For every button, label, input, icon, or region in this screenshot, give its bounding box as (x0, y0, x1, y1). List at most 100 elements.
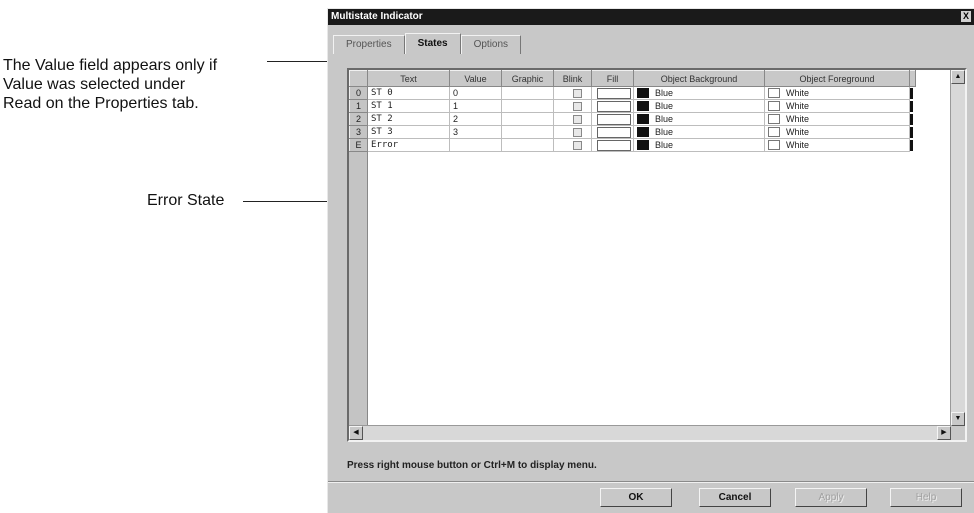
scroll-left-arrow-icon[interactable]: ◀ (349, 426, 363, 440)
background-color-swatch (637, 140, 649, 151)
foreground-color-swatch (768, 88, 780, 99)
fill-swatch[interactable] (597, 139, 631, 151)
object-background-cell[interactable]: Blue (633, 99, 765, 113)
state-graphic-cell[interactable] (501, 125, 554, 139)
state-value-cell[interactable]: 3 (449, 125, 502, 139)
horizontal-scrollbar[interactable]: ◀ ▶ (349, 425, 951, 440)
table-row[interactable]: 1 ST 1 1 Blue White (349, 99, 916, 113)
fill-swatch[interactable] (597, 113, 631, 125)
blink-cell[interactable] (553, 138, 592, 152)
foreground-color-swatch (768, 127, 780, 138)
ok-button[interactable]: OK (600, 488, 672, 507)
fill-swatch[interactable] (597, 126, 631, 138)
states-grid[interactable]: Text Value Graphic Blink Fill Object Bac… (347, 68, 967, 442)
object-background-cell[interactable]: Blue (633, 125, 765, 139)
blink-checkbox[interactable] (573, 89, 582, 99)
object-background-cell[interactable]: Blue (633, 112, 765, 126)
state-text-cell[interactable]: ST 0 (367, 86, 450, 100)
column-header-text[interactable]: Text (367, 70, 450, 87)
object-foreground-cell[interactable]: White (764, 138, 910, 152)
error-state-callout: Error State (147, 192, 225, 209)
state-graphic-cell[interactable] (501, 86, 554, 100)
column-header-value[interactable]: Value (449, 70, 502, 87)
tab-states[interactable]: States (404, 33, 461, 54)
blink-cell[interactable] (553, 125, 592, 139)
row-header-cell[interactable]: 3 (349, 125, 368, 139)
object-foreground-cell[interactable]: White (764, 86, 910, 100)
state-graphic-cell[interactable] (501, 112, 554, 126)
fill-swatch[interactable] (597, 100, 631, 112)
column-header-object-background[interactable]: Object Background (633, 70, 765, 87)
scroll-right-arrow-icon[interactable]: ▶ (937, 426, 951, 440)
state-text-cell[interactable]: ST 3 (367, 125, 450, 139)
overflow-cell (909, 125, 916, 139)
button-separator (328, 481, 974, 483)
row-header-cell[interactable]: E (349, 138, 368, 152)
column-header-graphic[interactable]: Graphic (501, 70, 554, 87)
blink-cell[interactable] (553, 112, 592, 126)
background-color-swatch (637, 127, 649, 138)
value-field-callout: The Value field appears only if Value wa… (3, 57, 218, 112)
blink-checkbox[interactable] (573, 141, 582, 151)
column-header-overflow (909, 70, 916, 87)
background-color-label: Blue (655, 87, 674, 98)
fill-cell[interactable] (591, 99, 634, 113)
blink-checkbox[interactable] (573, 102, 582, 112)
foreground-color-label: White (786, 126, 810, 137)
background-color-label: Blue (655, 113, 674, 124)
table-header-row: Text Value Graphic Blink Fill Object Bac… (349, 70, 916, 87)
tab-properties[interactable]: Properties (333, 35, 405, 54)
overflow-cell (909, 112, 916, 126)
column-header-object-foreground[interactable]: Object Foreground (764, 70, 910, 87)
help-button[interactable]: Help (890, 488, 962, 507)
fill-swatch[interactable] (597, 87, 631, 99)
dialog-titlebar[interactable]: Multistate Indicator X (328, 9, 974, 25)
state-text-cell[interactable]: ST 2 (367, 112, 450, 126)
fill-cell[interactable] (591, 138, 634, 152)
background-color-label: Blue (655, 126, 674, 137)
blink-checkbox[interactable] (573, 128, 582, 138)
state-text-cell[interactable]: Error (367, 138, 450, 152)
table-row[interactable]: 3 ST 3 3 Blue White (349, 125, 916, 139)
object-foreground-cell[interactable]: White (764, 125, 910, 139)
object-background-cell[interactable]: Blue (633, 86, 765, 100)
table-row[interactable]: 2 ST 2 2 Blue White (349, 112, 916, 126)
state-text-cell[interactable]: ST 1 (367, 99, 450, 113)
blink-cell[interactable] (553, 99, 592, 113)
row-header-cell[interactable]: 1 (349, 99, 368, 113)
blink-checkbox[interactable] (573, 115, 582, 125)
close-icon[interactable]: X (961, 11, 971, 22)
foreground-color-swatch (768, 101, 780, 112)
table-row[interactable]: E Error Blue White (349, 138, 916, 152)
state-value-cell[interactable] (449, 138, 502, 152)
row-header-cell[interactable]: 0 (349, 86, 368, 100)
fill-cell[interactable] (591, 125, 634, 139)
scroll-up-arrow-icon[interactable]: ▲ (951, 70, 965, 84)
fill-cell[interactable] (591, 86, 634, 100)
state-graphic-cell[interactable] (501, 99, 554, 113)
status-hint: Press right mouse button or Ctrl+M to di… (347, 460, 597, 471)
table-row[interactable]: 0 ST 0 0 Blue White (349, 86, 916, 100)
object-background-cell[interactable]: Blue (633, 138, 765, 152)
row-header-cell[interactable]: 2 (349, 112, 368, 126)
vertical-scrollbar[interactable]: ▲ ▼ (950, 70, 965, 426)
cancel-button[interactable]: Cancel (699, 488, 771, 507)
blink-cell[interactable] (553, 86, 592, 100)
scroll-down-arrow-icon[interactable]: ▼ (951, 412, 965, 426)
state-value-cell[interactable]: 1 (449, 99, 502, 113)
multistate-indicator-dialog: Multistate Indicator X Properties States… (327, 8, 974, 513)
column-header-blink[interactable]: Blink (553, 70, 592, 87)
state-value-cell[interactable]: 0 (449, 86, 502, 100)
overflow-cell (909, 138, 916, 152)
overflow-cell (909, 86, 916, 100)
column-header-fill[interactable]: Fill (591, 70, 634, 87)
object-foreground-cell[interactable]: White (764, 99, 910, 113)
fill-cell[interactable] (591, 112, 634, 126)
object-foreground-cell[interactable]: White (764, 112, 910, 126)
foreground-color-swatch (768, 114, 780, 125)
state-graphic-cell[interactable] (501, 138, 554, 152)
background-color-swatch (637, 88, 649, 99)
tab-options[interactable]: Options (460, 35, 522, 54)
apply-button[interactable]: Apply (795, 488, 867, 507)
state-value-cell[interactable]: 2 (449, 112, 502, 126)
